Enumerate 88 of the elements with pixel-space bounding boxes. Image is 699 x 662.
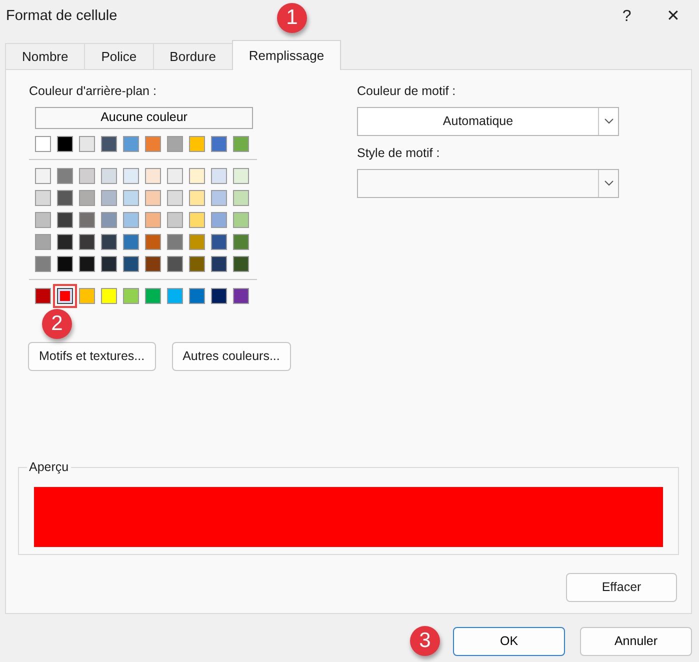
color-swatch[interactable]: [79, 212, 95, 228]
color-swatch[interactable]: [145, 136, 161, 152]
color-swatch[interactable]: [145, 256, 161, 272]
color-swatch[interactable]: [57, 168, 73, 184]
clear-button[interactable]: Effacer: [566, 573, 677, 602]
color-swatch[interactable]: [167, 212, 183, 228]
color-swatch[interactable]: [167, 168, 183, 184]
pattern-style-label: Style de motif :: [357, 144, 441, 162]
color-swatch[interactable]: [35, 234, 51, 250]
no-color-button[interactable]: Aucune couleur: [35, 106, 253, 129]
color-swatch[interactable]: [79, 168, 95, 184]
color-swatch[interactable]: [35, 168, 51, 184]
window-title: Format de cellule: [6, 7, 118, 26]
color-swatch[interactable]: [233, 168, 249, 184]
color-swatch[interactable]: [189, 136, 205, 152]
preview-label: Aperçu: [27, 460, 71, 474]
color-swatch[interactable]: [211, 288, 227, 304]
color-swatch[interactable]: [35, 136, 51, 152]
color-swatch[interactable]: [233, 256, 249, 272]
color-swatch[interactable]: [167, 190, 183, 206]
color-swatch[interactable]: [79, 190, 95, 206]
color-swatch[interactable]: [123, 288, 139, 304]
close-button[interactable]: ✕: [650, 5, 696, 29]
dialog-button[interactable]: Autres couleurs...: [172, 342, 291, 371]
color-swatch[interactable]: [189, 190, 205, 206]
color-swatch[interactable]: [211, 136, 227, 152]
color-swatch[interactable]: [167, 234, 183, 250]
dialog-button[interactable]: Motifs et textures...: [28, 342, 156, 371]
cancel-button[interactable]: Annuler: [580, 627, 692, 656]
color-swatch[interactable]: [123, 234, 139, 250]
color-swatch[interactable]: [145, 212, 161, 228]
pattern-color-label: Couleur de motif :: [357, 83, 457, 100]
color-swatch[interactable]: [57, 190, 73, 206]
color-swatch[interactable]: [35, 256, 51, 272]
color-swatch[interactable]: [101, 136, 117, 152]
color-swatch[interactable]: [145, 234, 161, 250]
color-swatch[interactable]: [233, 234, 249, 250]
color-swatch[interactable]: [211, 168, 227, 184]
color-swatch[interactable]: [233, 136, 249, 152]
background-color-label: Couleur d'arrière-plan :: [29, 83, 158, 100]
pattern-color-dropdown[interactable]: Automatique: [357, 106, 619, 136]
pattern-style-dropdown[interactable]: [357, 168, 619, 198]
color-swatch[interactable]: [167, 288, 183, 304]
color-swatch[interactable]: [123, 212, 139, 228]
color-swatch[interactable]: [101, 234, 117, 250]
color-swatch[interactable]: [189, 234, 205, 250]
color-swatch[interactable]: [35, 212, 51, 228]
color-swatch[interactable]: [189, 212, 205, 228]
color-swatch[interactable]: [101, 168, 117, 184]
step-number-badge: 3: [410, 626, 440, 656]
color-swatch[interactable]: [79, 234, 95, 250]
color-swatch[interactable]: [233, 212, 249, 228]
color-swatch[interactable]: [101, 212, 117, 228]
color-swatch[interactable]: [233, 288, 249, 304]
color-swatch[interactable]: [35, 288, 51, 304]
ok-button[interactable]: OK: [453, 627, 565, 656]
color-swatch[interactable]: [123, 136, 139, 152]
color-swatch[interactable]: [57, 256, 73, 272]
color-swatch[interactable]: [101, 190, 117, 206]
tab[interactable]: Remplissage: [232, 40, 342, 70]
color-swatch[interactable]: [57, 212, 73, 228]
color-swatch[interactable]: [145, 190, 161, 206]
color-swatch[interactable]: [57, 136, 73, 152]
color-swatch[interactable]: [145, 168, 161, 184]
color-swatch[interactable]: [211, 190, 227, 206]
color-swatch[interactable]: [101, 288, 117, 304]
color-swatch[interactable]: [79, 288, 95, 304]
color-swatch[interactable]: [79, 256, 95, 272]
color-swatch[interactable]: [211, 212, 227, 228]
color-swatch[interactable]: [233, 190, 249, 206]
color-swatch[interactable]: [167, 136, 183, 152]
color-swatch[interactable]: [167, 256, 183, 272]
color-swatch[interactable]: [123, 256, 139, 272]
color-swatch[interactable]: [35, 190, 51, 206]
color-swatch[interactable]: [101, 256, 117, 272]
color-swatch[interactable]: [189, 256, 205, 272]
color-swatch[interactable]: [57, 234, 73, 250]
color-swatch[interactable]: [211, 256, 227, 272]
color-swatch[interactable]: [145, 288, 161, 304]
color-swatch[interactable]: [123, 190, 139, 206]
step-number-badge: 1: [277, 3, 307, 33]
tab[interactable]: Nombre: [5, 43, 86, 70]
color-swatch[interactable]: [123, 168, 139, 184]
help-button[interactable]: ?: [604, 5, 650, 29]
color-swatch[interactable]: [79, 136, 95, 152]
color-swatch[interactable]: [211, 234, 227, 250]
color-swatch[interactable]: [189, 288, 205, 304]
color-swatch[interactable]: [189, 168, 205, 184]
